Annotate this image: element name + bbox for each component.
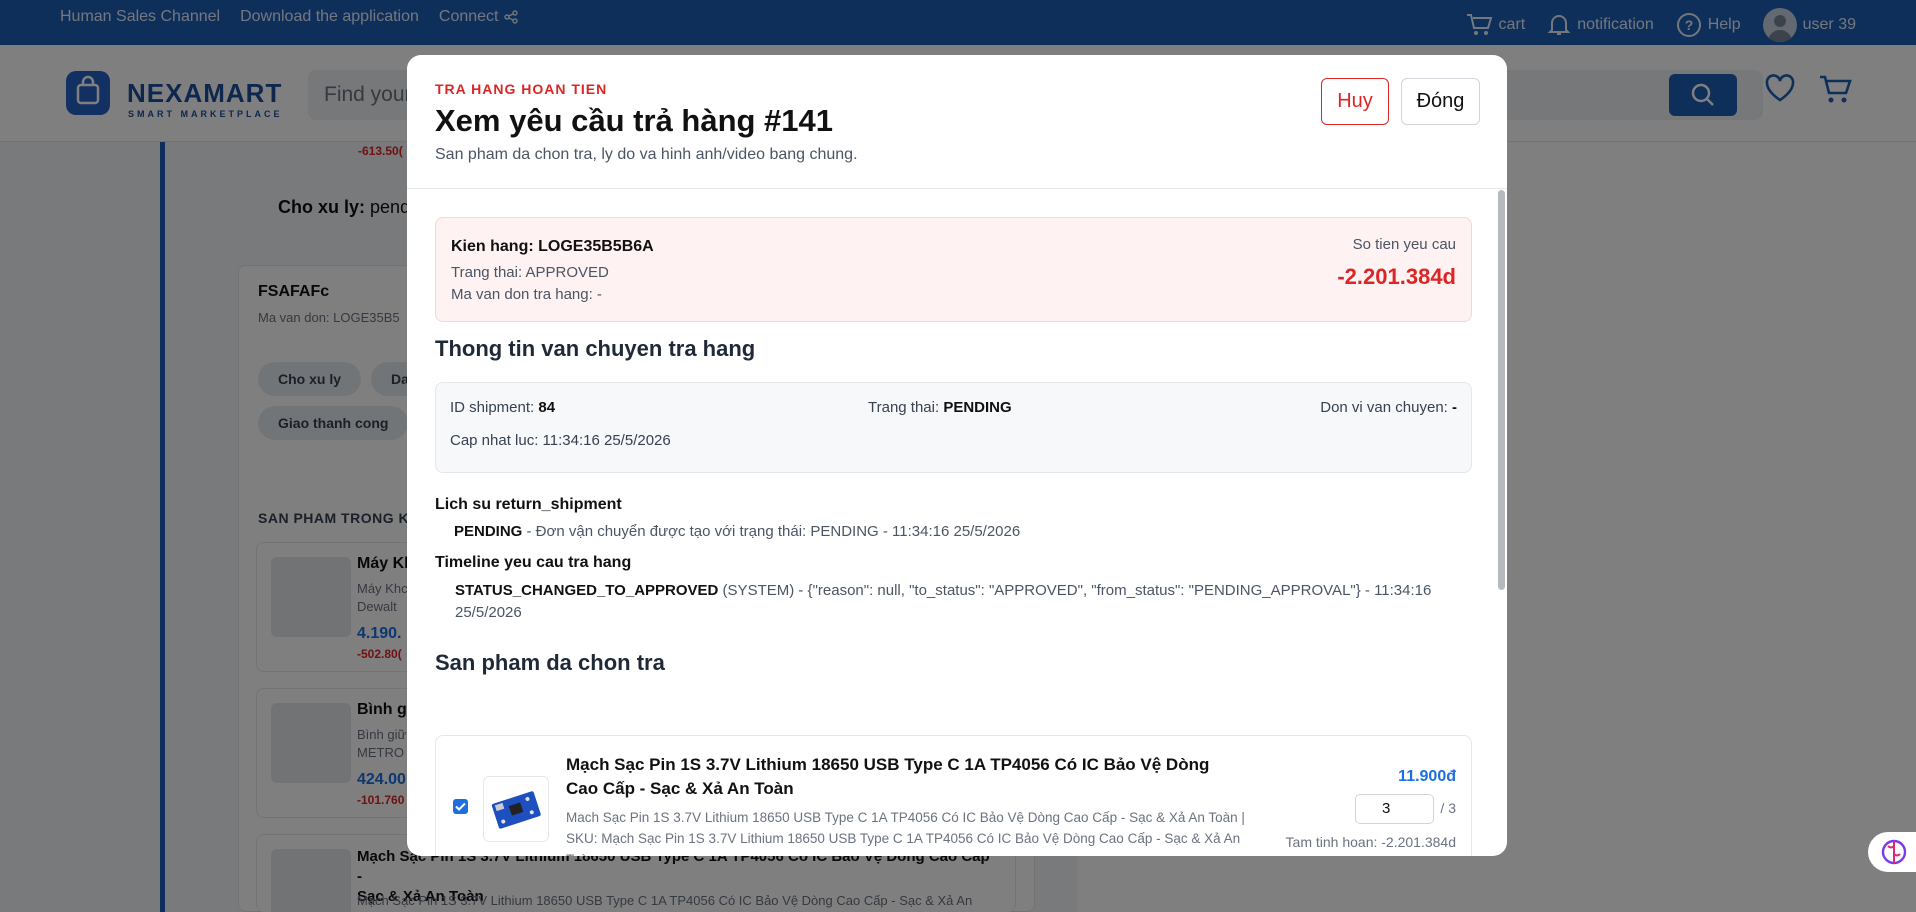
modal-body[interactable]: Kien hang: LOGE35B5B6A Trang thai: APPRO… <box>407 190 1507 856</box>
brain-icon <box>1881 839 1907 865</box>
modal-eyebrow: TRA HANG HOAN TIEN <box>435 81 608 97</box>
product-name: Mạch Sạc Pin 1S 3.7V Lithium 18650 USB T… <box>566 755 1210 798</box>
return-request-modal: TRA HANG HOAN TIEN Xem yêu cầu trả hàng … <box>407 55 1507 856</box>
modal-header: TRA HANG HOAN TIEN Xem yêu cầu trả hàng … <box>407 55 1507 189</box>
product-price: 11.900đ <box>1398 768 1456 785</box>
product-description: Mach Sạc Pin 1S 3.7V Lithium 18650 USB T… <box>566 810 1245 856</box>
shipping-section-title: Thong tin van chuyen tra hang <box>435 336 756 361</box>
shipment-updated: Cap nhat luc: 11:34:16 25/5/2026 <box>450 432 671 449</box>
shipment-status: Trang thai: PENDING <box>868 399 1012 416</box>
package-code: Kien hang: LOGE35B5B6A <box>451 238 654 255</box>
shipment-id: ID shipment: 84 <box>450 399 556 416</box>
quantity-max: / 3 <box>1440 800 1456 816</box>
product-thumbnail <box>483 776 549 842</box>
selected-products-title: San pham da chon tra <box>435 650 665 675</box>
cancel-request-button[interactable]: Huy <box>1321 78 1389 125</box>
shipment-info-box: ID shipment: 84 Trang thai: PENDING Don … <box>435 382 1472 473</box>
modal-subtitle: San pham da chon tra, ly do va hinh anh/… <box>435 146 858 163</box>
package-status: Trang thai: APPROVED <box>451 264 609 281</box>
request-timeline-title: Timeline yeu cau tra hang <box>435 554 632 571</box>
close-modal-button[interactable]: Đóng <box>1401 78 1480 125</box>
return-item-card: Mạch Sạc Pin 1S 3.7V Lithium 18650 USB T… <box>435 735 1472 856</box>
shipment-carrier: Don vi van chuyen: - <box>1320 399 1457 416</box>
modal-title: Xem yêu cầu trả hàng #141 <box>435 103 834 138</box>
return-waybill: Ma van don tra hang: - <box>451 286 602 303</box>
request-timeline-entry: STATUS_CHANGED_TO_APPROVED (SYSTEM) - {"… <box>455 582 1432 621</box>
requested-amount-label: So tien yeu cau <box>1352 236 1456 253</box>
return-quantity-input[interactable]: 3 <box>1355 794 1434 824</box>
requested-amount: -2.201.384d <box>1337 264 1456 289</box>
shipment-history-entry: PENDING - Đơn vận chuyển được tạo với tr… <box>454 523 1021 540</box>
assistant-button[interactable] <box>1868 832 1916 872</box>
package-summary: Kien hang: LOGE35B5B6A Trang thai: APPRO… <box>435 217 1472 322</box>
modal-scrollbar[interactable] <box>1498 190 1505 590</box>
shipment-history-title: Lich su return_shipment <box>435 496 622 513</box>
item-select-checkbox[interactable] <box>453 799 468 814</box>
estimated-refund: Tam tinh hoan: -2.201.384d <box>1285 834 1456 850</box>
